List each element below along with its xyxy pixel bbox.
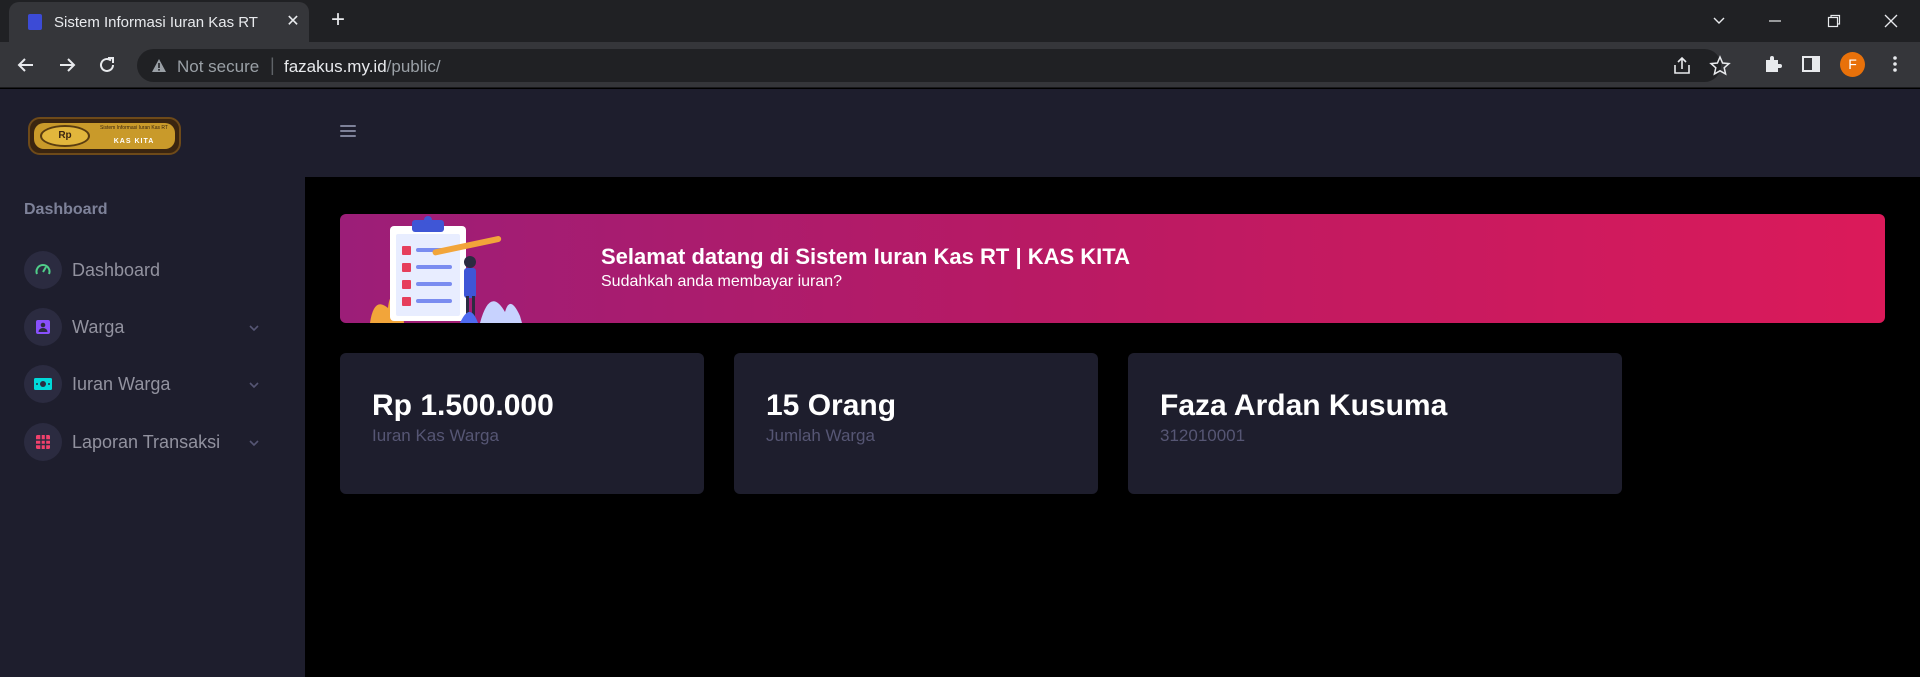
minimize-icon [1769, 20, 1781, 22]
menu-icon-wrap [24, 251, 62, 289]
star-icon [1709, 55, 1731, 76]
bookmark-button[interactable] [1709, 55, 1731, 77]
sidebar-item-laporan-transaksi[interactable]: Laporan Transaksi [24, 423, 274, 463]
stat-value: 15 Orang [766, 389, 897, 422]
profile-avatar[interactable]: F [1840, 52, 1865, 77]
url-separator: | [270, 55, 275, 75]
menu-icon-wrap [24, 365, 62, 403]
logo-brand: KAS KITA [113, 138, 155, 145]
sidebar-item-label: Laporan Transaksi [72, 432, 221, 452]
chevron-down-icon [249, 440, 259, 447]
sidebar: Rp Sistem Informasi Iuran Kas RT KAS KIT… [0, 89, 305, 677]
sidebar-item-dashboard[interactable]: Dashboard [24, 251, 274, 291]
sidebar-item-label: Iuran Warga [72, 374, 171, 394]
banner-title: Selamat datang di Sistem Iuran Kas RT | … [601, 244, 1130, 269]
user-id: 312010001 [1160, 426, 1246, 445]
extensions-button[interactable] [1762, 53, 1786, 77]
reload-button[interactable] [93, 51, 121, 79]
puzzle-icon [1766, 56, 1782, 72]
logo-plate: Rp Sistem Informasi Iuran Kas RT KAS KIT… [34, 123, 175, 149]
share-button[interactable] [1671, 55, 1693, 77]
chevron-down-icon [1713, 17, 1725, 24]
clipboard-illustration-icon [370, 216, 522, 323]
site-favicon-icon [28, 14, 42, 30]
rupiah-coin-icon: Rp [40, 125, 90, 147]
chevron-down-icon [249, 325, 259, 332]
side-panel-button[interactable] [1800, 53, 1824, 77]
user-name: Faza Ardan Kusuma [1160, 389, 1448, 422]
sidebar-section-title: Dashboard [24, 201, 108, 218]
browser-menu-button[interactable] [1884, 53, 1908, 77]
address-bar[interactable]: Not secure | fazakus.my.id/public/ [137, 49, 1731, 82]
reload-icon [100, 57, 114, 72]
warning-icon [152, 59, 166, 72]
kas-kita-logo[interactable]: Rp Sistem Informasi Iuran Kas RT KAS KIT… [28, 117, 181, 155]
tab-search-button[interactable] [1696, 6, 1742, 36]
stat-label: Jumlah Warga [766, 426, 875, 445]
browser-toolbar: Not secure | fazakus.my.id/public/ [0, 42, 1920, 88]
user-card-icon [36, 320, 50, 334]
minimize-button[interactable] [1752, 6, 1798, 36]
sidebar-item-iuran-warga[interactable]: Iuran Warga [24, 365, 274, 405]
security-status[interactable]: Not secure [177, 57, 259, 77]
menu-icon-wrap [24, 423, 62, 461]
money-icon [34, 378, 52, 390]
restore-icon [1827, 14, 1841, 28]
hamburger-menu-icon[interactable] [340, 125, 356, 139]
url-host: fazakus.my.id [284, 57, 387, 76]
stat-card-iuran: Rp 1.500.000 Iuran Kas Warga [340, 353, 704, 494]
stat-label: Iuran Kas Warga [372, 426, 499, 445]
stat-card-user: Faza Ardan Kusuma 312010001 [1128, 353, 1622, 494]
browser-tabstrip: Sistem Informasi Iuran Kas RT ✕ + [0, 0, 1920, 42]
browser-tab-active[interactable]: Sistem Informasi Iuran Kas RT ✕ [9, 2, 309, 42]
welcome-banner: Selamat datang di Sistem Iuran Kas RT | … [340, 214, 1885, 323]
stat-value: Rp 1.500.000 [372, 389, 554, 422]
banner-subtitle: Sudahkah anda membayar iuran? [601, 273, 843, 290]
url-text[interactable]: fazakus.my.id/public/ [284, 57, 441, 77]
back-button[interactable] [12, 51, 40, 79]
arrow-left-icon [17, 58, 33, 72]
tab-title: Sistem Informasi Iuran Kas RT [54, 14, 258, 31]
chevron-down-icon [249, 382, 259, 389]
menu-icon-wrap [24, 308, 62, 346]
sidebar-item-label: Dashboard [72, 260, 161, 280]
close-window-button[interactable] [1868, 6, 1914, 36]
close-icon [1884, 14, 1898, 28]
gauge-icon [35, 264, 51, 275]
kebab-menu-icon [1893, 56, 1897, 72]
arrow-right-icon [60, 58, 76, 72]
tab-close-icon[interactable]: ✕ [281, 10, 305, 34]
share-icon [1674, 56, 1690, 74]
logo-caption: Sistem Informasi Iuran Kas RT [100, 125, 168, 131]
forward-button[interactable] [53, 51, 81, 79]
url-path: /public/ [386, 57, 441, 76]
table-icon [36, 435, 50, 449]
stat-card-warga: 15 Orang Jumlah Warga [734, 353, 1098, 494]
sidebar-item-label: Warga [72, 317, 125, 337]
restore-button[interactable] [1811, 6, 1857, 36]
new-tab-button[interactable]: + [325, 8, 351, 34]
side-panel-icon [1802, 56, 1820, 72]
page-header [305, 89, 1920, 177]
sidebar-item-warga[interactable]: Warga [24, 308, 274, 348]
